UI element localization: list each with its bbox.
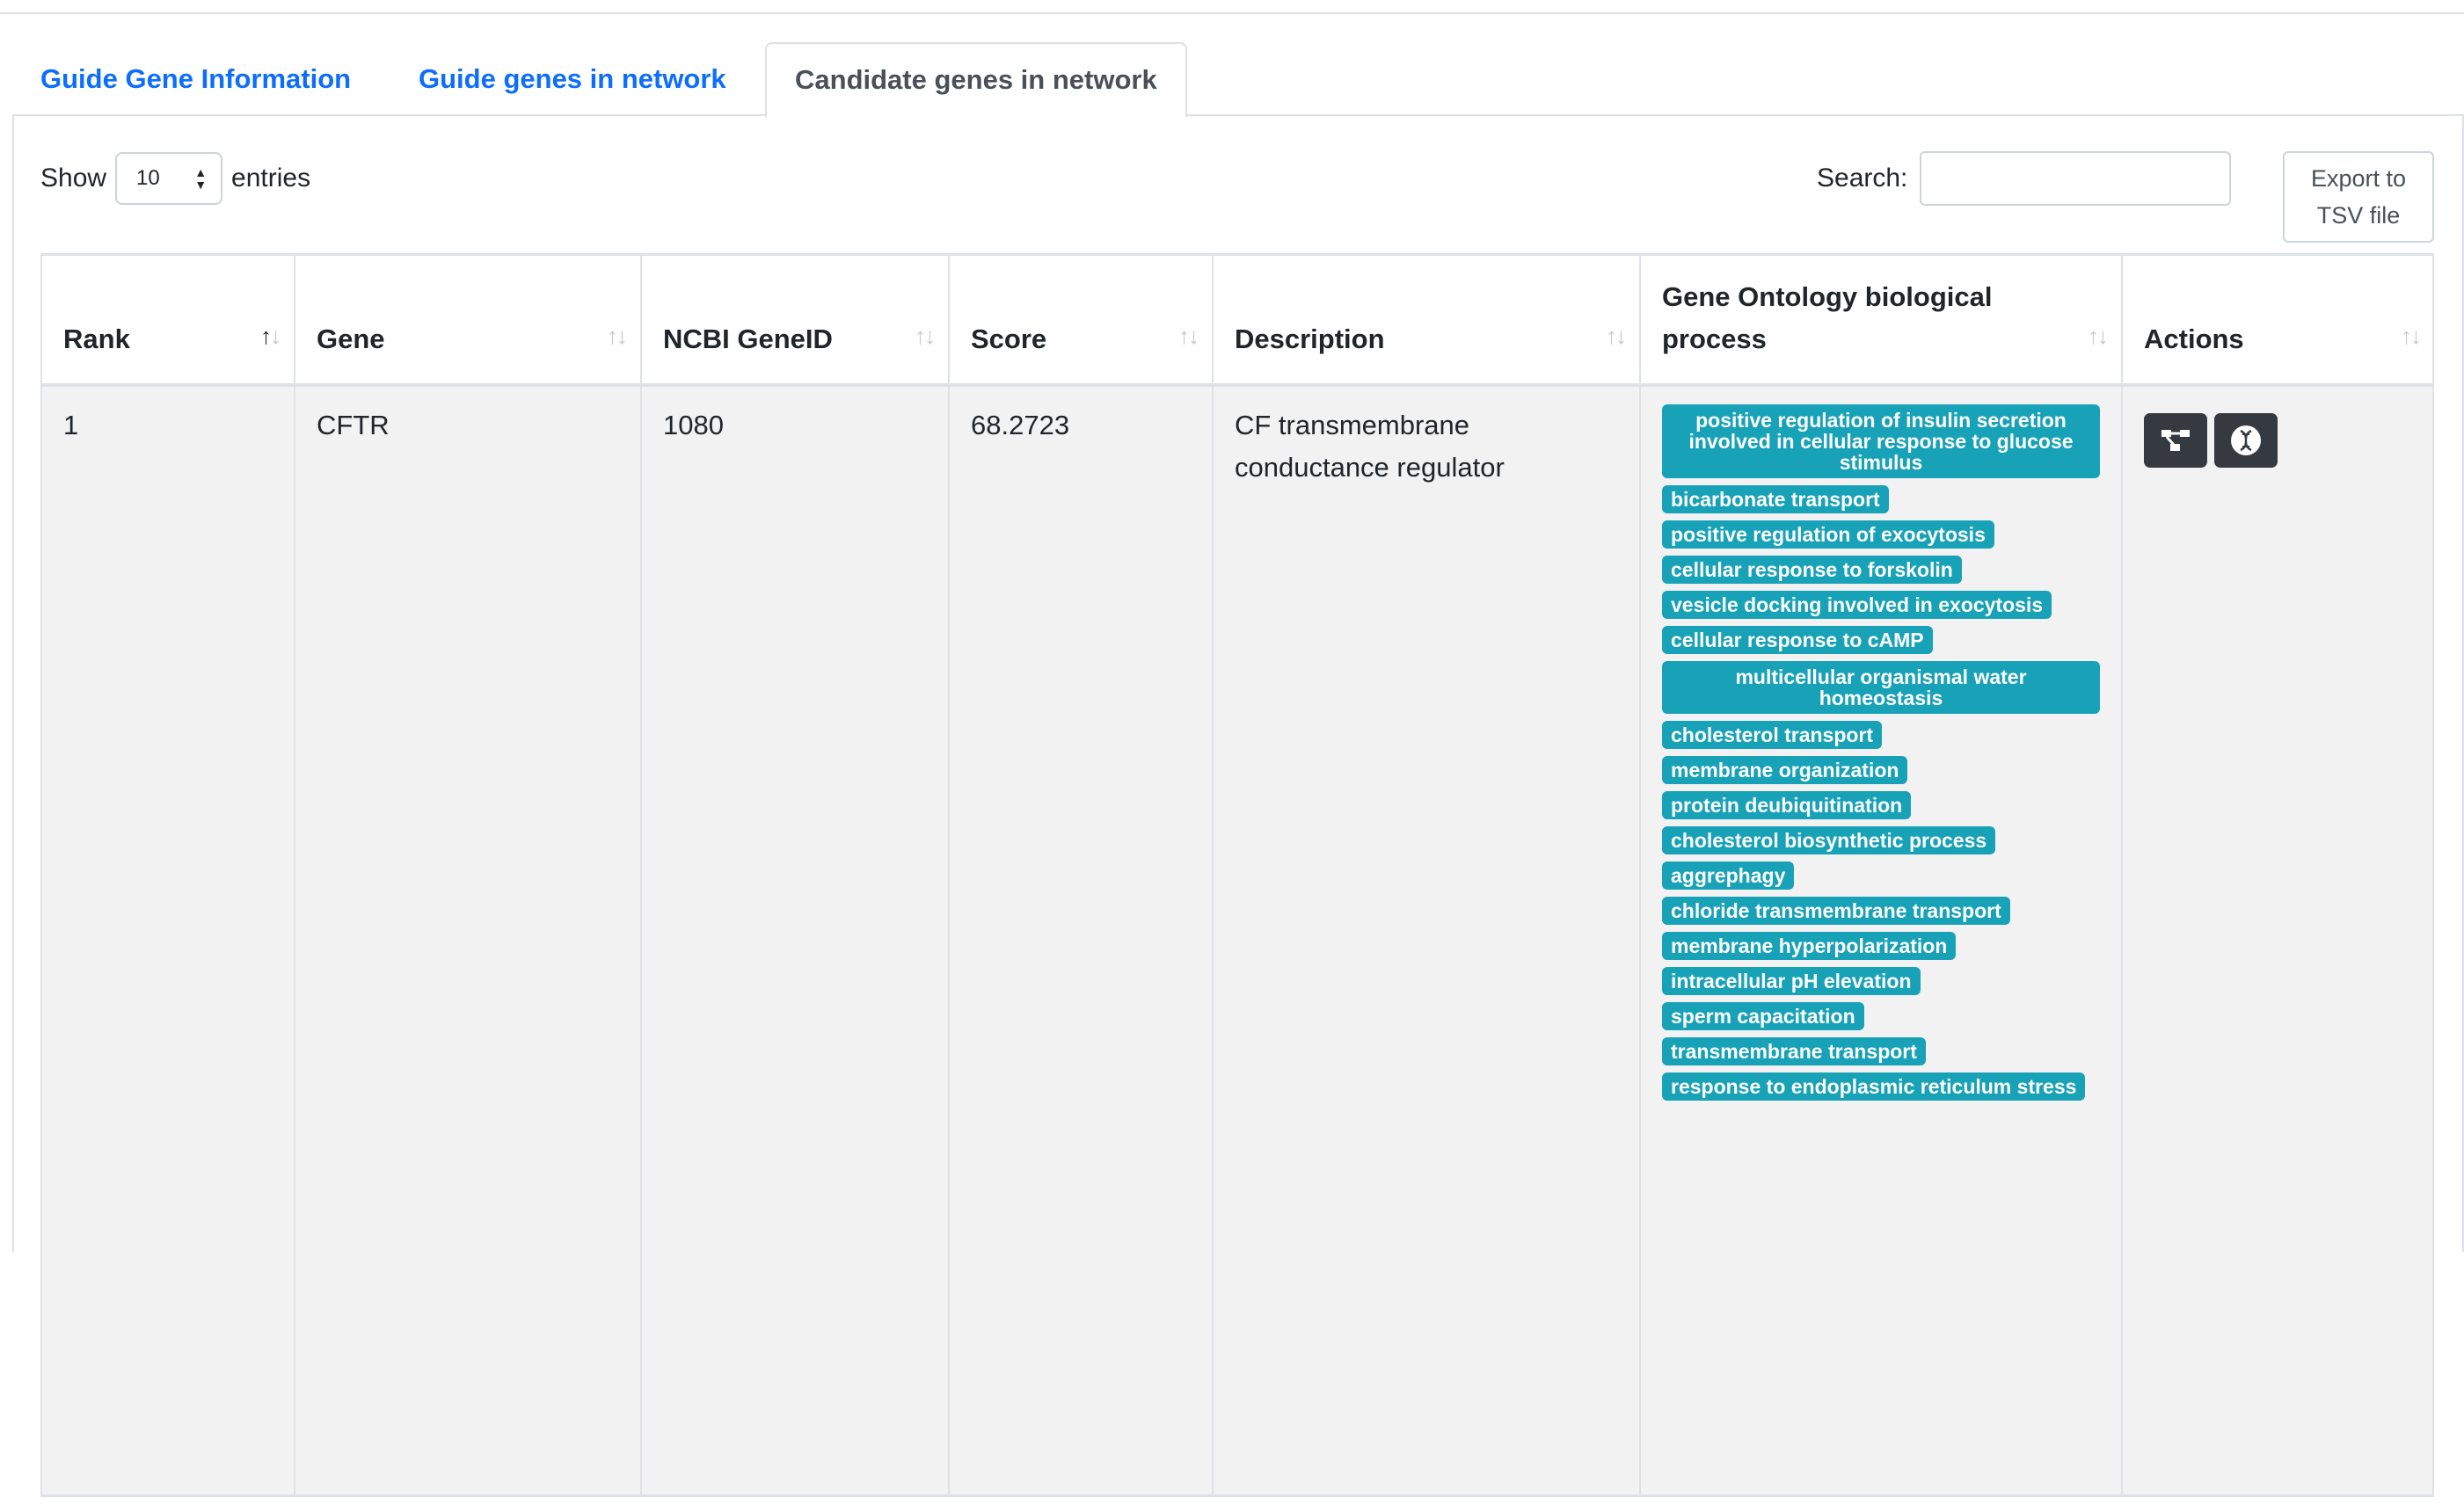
go-badge[interactable]: transmembrane transport (1662, 1037, 1926, 1065)
sort-icon: ↑↓ (607, 323, 628, 349)
next-table-row (40, 1494, 2434, 1505)
table-row: 1 CFTR 1080 68.2723 CF transmembrane con… (40, 387, 2434, 1494)
sort-icon: ↑↓ (2401, 323, 2422, 349)
column-header-description[interactable]: Description ↑↓ (1212, 256, 1639, 383)
go-badge[interactable]: positive regulation of insulin secretion… (1662, 404, 2100, 478)
sort-asc-icon: ↑↓ (260, 323, 281, 349)
export-tsv-label: Export to TSV file (2310, 165, 2407, 229)
export-tsv-button[interactable]: Export to TSV file (2283, 151, 2434, 243)
column-header-go-process[interactable]: Gene Ontology biological process ↑↓ (1639, 256, 2121, 383)
tab-candidate-genes-in-network[interactable]: Candidate genes in network (765, 42, 1187, 118)
select-arrows-icon: ▲ ▼ (194, 165, 208, 192)
go-badge[interactable]: cellular response to forskolin (1662, 556, 1962, 584)
action-buttons (2144, 413, 2278, 468)
cell-gene: CFTR (294, 387, 640, 1494)
tab-guide-gene-information[interactable]: Guide Gene Information (12, 42, 379, 116)
column-header-gene[interactable]: Gene ↑↓ (294, 256, 640, 383)
cell-ncbi-geneid: 1080 (640, 387, 948, 1494)
cell-go-process: positive regulation of insulin secretion… (1639, 387, 2121, 1494)
go-badge[interactable]: membrane hyperpolarization (1662, 932, 1957, 960)
go-badge[interactable]: sperm capacitation (1662, 1002, 1864, 1030)
tab-guide-genes-in-network[interactable]: Guide genes in network (390, 42, 755, 116)
view-network-button[interactable] (2144, 413, 2207, 468)
go-badge[interactable]: positive regulation of exocytosis (1662, 520, 1994, 549)
tab-bar: Guide Gene Information Guide genes in ne… (12, 42, 2464, 118)
row-right-border (2432, 387, 2434, 1494)
top-divider (0, 12, 2464, 14)
view-gene-button[interactable] (2214, 413, 2278, 468)
column-header-ncbi-geneid[interactable]: NCBI GeneID ↑↓ (640, 256, 948, 383)
sort-icon: ↑↓ (1178, 323, 1199, 349)
entries-label: entries (231, 164, 311, 193)
entries-select[interactable]: 10 ▲ ▼ (115, 152, 223, 205)
dna-icon (2231, 425, 2261, 455)
sort-icon: ↑↓ (2088, 323, 2109, 349)
go-badge-list: positive regulation of insulin secretion… (1662, 404, 2100, 1108)
sort-icon: ↑↓ (915, 323, 936, 349)
search-label: Search: (1817, 164, 1908, 193)
go-badge[interactable]: protein deubiquitination (1662, 791, 1912, 819)
go-badge[interactable]: cholesterol transport (1662, 721, 1883, 749)
cell-score: 68.2723 (948, 387, 1212, 1494)
entries-select-value: 10 (136, 166, 160, 190)
show-label: Show (40, 164, 107, 193)
cell-description: CF transmembrane conductance regulator (1212, 387, 1639, 1494)
go-badge[interactable]: bicarbonate transport (1662, 485, 1889, 513)
go-badge[interactable]: chloride transmembrane transport (1662, 897, 2010, 925)
go-badge[interactable]: membrane organization (1662, 756, 1908, 784)
search-control: Search: (1817, 151, 2232, 206)
table-header: Rank ↑↓ Gene ↑↓ NCBI GeneID ↑↓ Score ↑↓ … (40, 253, 2434, 387)
sort-icon: ↑↓ (1606, 323, 1627, 349)
go-badge[interactable]: vesicle docking involved in exocytosis (1662, 591, 2052, 619)
cell-rank: 1 (40, 387, 294, 1494)
column-header-rank[interactable]: Rank ↑↓ (40, 256, 294, 383)
column-header-actions[interactable]: Actions ↑↓ (2121, 256, 2434, 383)
network-icon (2161, 430, 2190, 451)
column-header-score[interactable]: Score ↑↓ (948, 256, 1212, 383)
search-input[interactable] (1920, 151, 2232, 206)
go-badge[interactable]: intracellular pH elevation (1662, 967, 1921, 995)
cell-actions (2121, 387, 2434, 1494)
go-badge[interactable]: response to endoplasmic reticulum stress (1662, 1072, 2086, 1101)
go-badge[interactable]: cholesterol biosynthetic process (1662, 826, 1996, 854)
entries-length-control: Show 10 ▲ ▼ entries (40, 151, 310, 206)
go-badge[interactable]: multicellular organismal water homeostas… (1662, 661, 2100, 714)
go-badge[interactable]: aggrephagy (1662, 862, 1795, 890)
go-badge[interactable]: cellular response to cAMP (1662, 626, 1933, 654)
header-right-border (2432, 256, 2434, 383)
